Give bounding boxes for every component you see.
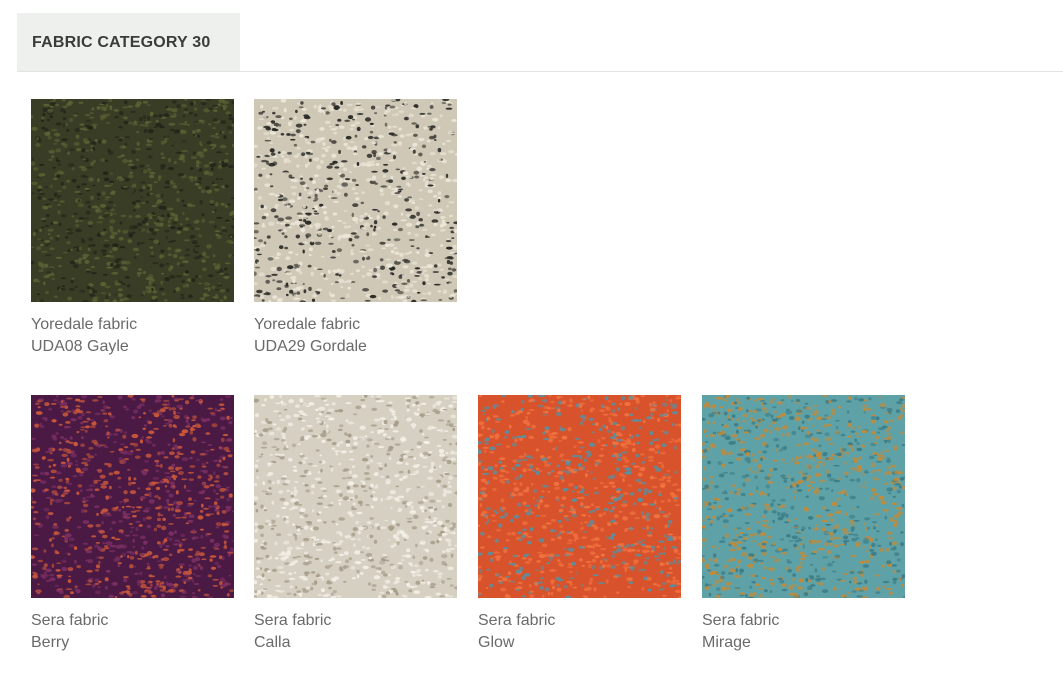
swatch-image[interactable] xyxy=(702,395,905,598)
swatch-fabric-name: Sera fabric xyxy=(478,612,556,629)
swatch-color-name: UDA29 Gordale xyxy=(254,338,367,355)
swatch-fabric-name: Yoredale fabric xyxy=(254,316,361,333)
swatch-image[interactable] xyxy=(31,99,234,302)
swatch-caption: Sera fabric Mirage xyxy=(702,610,905,654)
fabric-texture xyxy=(254,395,457,598)
swatch-image[interactable] xyxy=(254,395,457,598)
swatch-card[interactable]: Sera fabric Glow xyxy=(478,395,681,654)
swatch-fabric-name: Sera fabric xyxy=(254,612,332,629)
swatch-color-name: Berry xyxy=(31,634,70,651)
swatch-color-name: Calla xyxy=(254,634,291,651)
swatch-caption: Yoredale fabric UDA08 Gayle xyxy=(31,314,234,358)
swatch-color-name: UDA08 Gayle xyxy=(31,338,129,355)
swatch-color-name: Glow xyxy=(478,634,515,651)
swatch-caption: Yoredale fabric UDA29 Gordale xyxy=(254,314,457,358)
swatch-card[interactable]: Sera fabric Calla xyxy=(254,395,457,654)
swatch-caption: Sera fabric Glow xyxy=(478,610,681,654)
swatch-card[interactable]: Sera fabric Berry xyxy=(31,395,234,654)
fabric-category-page: FABRIC CATEGORY 30 Yoredale fabric UDA08… xyxy=(0,0,1063,688)
fabric-texture xyxy=(31,395,234,598)
swatch-image[interactable] xyxy=(31,395,234,598)
swatch-image[interactable] xyxy=(254,99,457,302)
tab-fabric-category-30[interactable]: FABRIC CATEGORY 30 xyxy=(17,13,240,71)
swatch-caption: Sera fabric Calla xyxy=(254,610,457,654)
swatch-card[interactable]: Yoredale fabric UDA08 Gayle xyxy=(31,99,234,358)
swatch-caption: Sera fabric Berry xyxy=(31,610,234,654)
fabric-texture xyxy=(702,395,905,598)
swatch-fabric-name: Yoredale fabric xyxy=(31,316,138,333)
swatch-card[interactable]: Yoredale fabric UDA29 Gordale xyxy=(254,99,457,358)
swatch-color-name: Mirage xyxy=(702,634,751,651)
swatch-fabric-name: Sera fabric xyxy=(31,612,109,629)
category-tab-bar: FABRIC CATEGORY 30 xyxy=(17,13,1063,72)
swatch-image[interactable] xyxy=(478,395,681,598)
fabric-texture xyxy=(254,99,457,302)
fabric-texture xyxy=(31,99,234,302)
swatch-card[interactable]: Sera fabric Mirage xyxy=(702,395,905,654)
swatch-fabric-name: Sera fabric xyxy=(702,612,780,629)
fabric-texture xyxy=(478,395,681,598)
